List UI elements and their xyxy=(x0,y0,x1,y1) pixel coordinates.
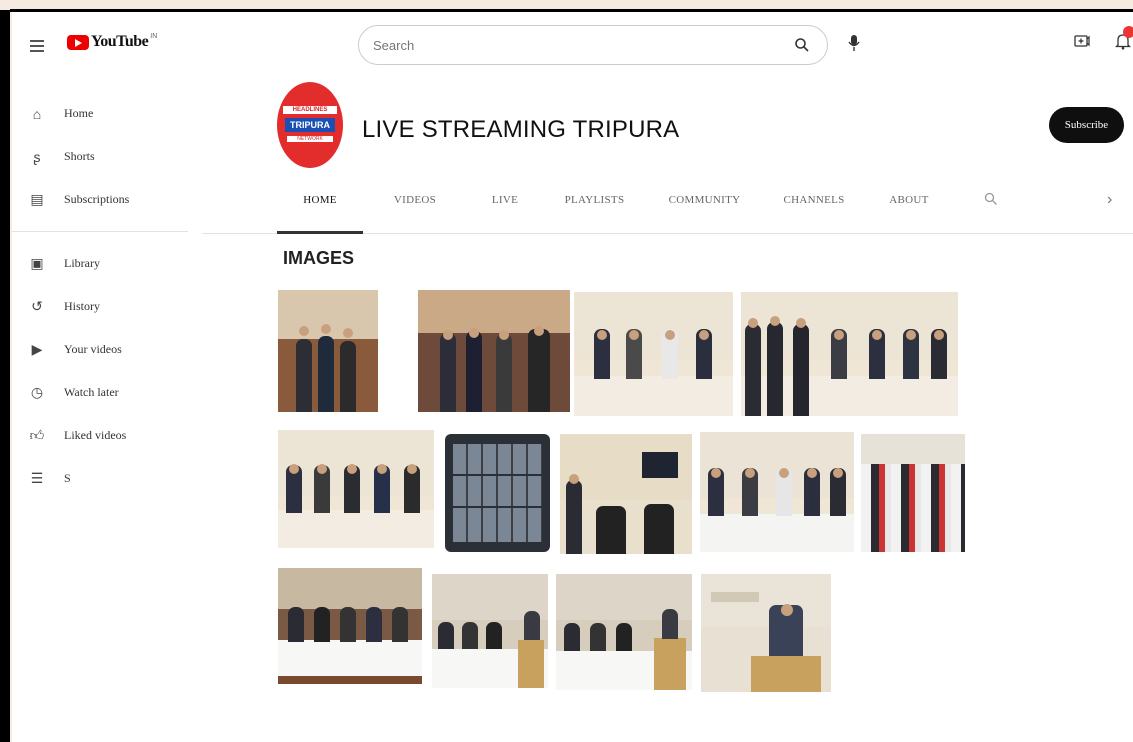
shorts-icon: ʂ xyxy=(33,148,41,165)
sidebar-item-library[interactable]: ▣ Library xyxy=(12,242,202,285)
logo-text: YouTube xyxy=(91,33,149,50)
tab-community[interactable]: COMMUNITY xyxy=(657,194,752,206)
sidebar-item-liked-videos[interactable]: 👍︎ Liked videos xyxy=(12,414,202,457)
sidebar-item-shorts[interactable]: ʂ Shorts xyxy=(12,135,202,178)
tab-channels[interactable]: CHANNELS xyxy=(770,194,858,206)
playlist-icon: ☰ xyxy=(30,470,44,486)
tab-playlists[interactable]: PLAYLISTS xyxy=(552,194,637,206)
image-thumbnail[interactable] xyxy=(574,292,733,416)
sidebar-item-watch-later[interactable]: ◷ Watch later xyxy=(12,371,202,414)
subscriptions-icon: ▤ xyxy=(30,191,44,207)
your-videos-icon: ▶ xyxy=(31,341,43,357)
liked-videos-icon: 👍︎ xyxy=(29,427,45,443)
image-thumbnail[interactable] xyxy=(278,430,434,548)
home-icon: ⌂ xyxy=(32,105,42,122)
sidebar-item-label: Library xyxy=(64,256,100,270)
search-box xyxy=(358,25,828,65)
sidebar: ⌂ Home ʂ Shorts ▤ Subscriptions ▣ Librar… xyxy=(12,92,202,500)
image-thumbnail[interactable] xyxy=(861,434,965,552)
image-thumbnail[interactable] xyxy=(278,290,378,412)
subscribe-button[interactable]: Subscribe xyxy=(1049,107,1124,143)
sidebar-item-label: Home xyxy=(64,106,94,120)
avatar-line1: HEADLINES xyxy=(283,106,337,114)
image-thumbnail[interactable] xyxy=(701,574,831,692)
sidebar-item-label: History xyxy=(64,299,100,313)
search-button[interactable] xyxy=(777,26,827,64)
channel-search-icon[interactable] xyxy=(984,192,998,209)
sidebar-item-label: Watch later xyxy=(64,385,119,399)
microphone-icon[interactable] xyxy=(848,34,860,57)
notification-badge xyxy=(1123,26,1133,38)
tab-home[interactable]: HOME xyxy=(285,194,355,206)
youtube-play-icon xyxy=(67,34,89,50)
image-thumbnail[interactable] xyxy=(432,574,548,688)
avatar-line2: TRIPURA xyxy=(285,118,335,132)
sidebar-item-label: Liked videos xyxy=(64,428,127,442)
sidebar-item-label: Subscriptions xyxy=(64,192,130,206)
search-icon xyxy=(795,38,809,52)
tab-videos[interactable]: VIDEOS xyxy=(380,194,450,206)
create-video-icon[interactable] xyxy=(1074,34,1090,52)
sidebar-item-subscriptions[interactable]: ▤ Subscriptions xyxy=(12,178,202,221)
library-icon: ▣ xyxy=(30,255,44,271)
screenshot-border-left xyxy=(0,10,10,742)
image-thumbnail[interactable] xyxy=(700,432,854,552)
watch-later-icon: ◷ xyxy=(30,384,44,400)
logo-country-code: IN xyxy=(150,33,158,40)
image-thumbnail[interactable] xyxy=(741,292,958,416)
sidebar-item-label: Your videos xyxy=(64,342,122,356)
tab-about[interactable]: ABOUT xyxy=(874,194,944,206)
chevron-right-icon[interactable]: › xyxy=(1107,191,1112,209)
channel-avatar[interactable]: HEADLINES TRIPURA NETWORK xyxy=(277,82,343,168)
sidebar-item-your-videos[interactable]: ▶ Your videos xyxy=(12,328,202,371)
sidebar-item-history[interactable]: ↺ History xyxy=(12,285,202,328)
active-tab-indicator xyxy=(277,231,363,234)
tab-live[interactable]: LIVE xyxy=(475,194,535,206)
youtube-logo[interactable]: YouTube IN xyxy=(67,33,157,51)
image-thumbnail[interactable] xyxy=(556,574,692,690)
channel-name: LIVE STREAMING TRIPURA xyxy=(362,116,680,143)
section-title: IMAGES xyxy=(283,248,355,268)
sidebar-item-label: S xyxy=(64,471,71,485)
image-thumbnail[interactable] xyxy=(560,434,692,554)
search-input[interactable] xyxy=(359,26,777,64)
sidebar-divider xyxy=(12,231,188,232)
sidebar-item-label: Shorts xyxy=(64,149,95,163)
image-thumbnail[interactable] xyxy=(418,290,570,412)
image-thumbnail[interactable] xyxy=(445,434,550,552)
avatar-line3: NETWORK xyxy=(287,136,333,142)
channel-tabs: HOME VIDEOS LIVE PLAYLISTS COMMUNITY CHA… xyxy=(202,184,1133,234)
history-icon: ↺ xyxy=(31,298,43,314)
sidebar-item-home[interactable]: ⌂ Home xyxy=(12,92,202,135)
youtube-window: YouTube IN ⌂ Home ʂ Shorts ▤ Subscriptio… xyxy=(12,12,1133,742)
hamburger-menu-icon[interactable] xyxy=(30,40,44,55)
sidebar-item-playlist[interactable]: ☰ S xyxy=(12,457,202,500)
image-thumbnail[interactable] xyxy=(278,568,422,684)
